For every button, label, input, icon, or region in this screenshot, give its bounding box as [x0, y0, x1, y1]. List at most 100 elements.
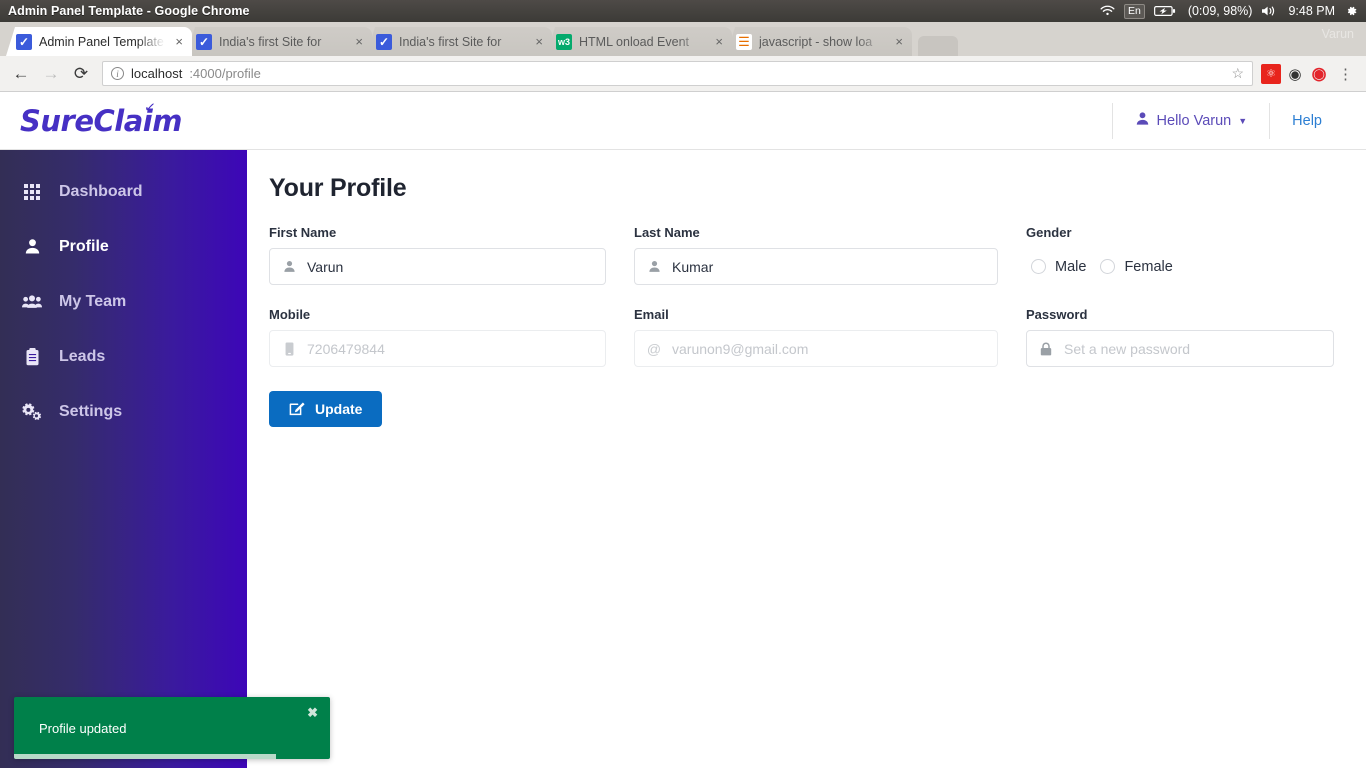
password-label: Password — [1026, 307, 1088, 322]
star-icon[interactable]: ☆ — [1231, 65, 1244, 82]
gender-option-male[interactable]: Male — [1031, 259, 1086, 275]
clock[interactable]: 9:48 PM — [1288, 4, 1335, 18]
radio-button[interactable] — [1100, 259, 1116, 274]
browser-tab[interactable]: ☰ javascript - show loa × — [726, 27, 912, 56]
header-actions: Hello Varun ▼ Help — [1111, 102, 1346, 139]
back-button[interactable]: ← — [8, 61, 34, 87]
reload-button[interactable]: ⟳ — [68, 61, 94, 87]
browser-tab[interactable]: ✓ India's first Site for × — [366, 27, 552, 56]
gender-option-label: Male — [1055, 258, 1087, 275]
field-last-name: Last Name Kumar — [634, 225, 998, 285]
tab-close-icon[interactable]: × — [172, 35, 186, 48]
user-icon — [647, 260, 661, 273]
last-name-label: Last Name — [634, 225, 700, 240]
tab-close-icon[interactable]: × — [712, 35, 726, 48]
browser-tab-strip: ✓ Admin Panel Template × ✓ India's first… — [0, 22, 1366, 56]
browser-tab[interactable]: w3 HTML onload Event × — [546, 27, 732, 56]
gear-icon[interactable] — [1344, 4, 1358, 18]
user-menu[interactable]: Hello Varun ▼ — [1111, 102, 1270, 139]
sidebar-item-label: Dashboard — [59, 182, 143, 200]
page-title: Your Profile — [269, 174, 407, 202]
first-name-input[interactable]: Varun — [269, 248, 606, 285]
close-icon[interactable]: ✖ — [307, 705, 318, 721]
app-body: Dashboard Profile My Team Leads Settings… — [0, 150, 1366, 768]
mobile-placeholder: 7206479844 — [307, 340, 385, 357]
mobile-input[interactable]: 7206479844 — [269, 330, 606, 367]
sidebar-item-my-team[interactable]: My Team — [0, 274, 247, 329]
forward-button[interactable]: → — [38, 61, 64, 87]
user-greeting: Hello Varun — [1156, 112, 1232, 129]
tab-title: India's first Site for — [399, 34, 502, 49]
os-username[interactable]: Varun — [1322, 27, 1354, 41]
sidebar-item-profile[interactable]: Profile — [0, 219, 247, 274]
clipboard-icon — [22, 347, 42, 366]
tab-title: javascript - show loa — [759, 34, 873, 49]
keyboard-layout-indicator[interactable]: En — [1123, 3, 1145, 19]
email-label: Email — [634, 307, 669, 322]
user-icon — [1135, 111, 1150, 130]
update-button[interactable]: Update — [269, 391, 383, 427]
sidebar-item-settings[interactable]: Settings — [0, 384, 247, 439]
radio-button[interactable] — [1031, 259, 1046, 274]
edit-pencil-icon — [289, 400, 305, 419]
extension-opera-icon[interactable]: ◉ — [1309, 64, 1329, 84]
tab-close-icon[interactable]: × — [532, 35, 546, 48]
tab-close-icon[interactable]: × — [892, 35, 906, 48]
wifi-icon[interactable] — [1100, 5, 1115, 17]
tab-title: India's first Site for — [219, 34, 322, 49]
brand-logo[interactable]: SureClaim ✓ — [20, 99, 182, 138]
brand-text: SureClaim — [20, 103, 182, 138]
field-mobile: Mobile 7206479844 — [269, 307, 606, 367]
sidebar-item-leads[interactable]: Leads — [0, 329, 247, 384]
extension-dark-icon[interactable]: ◉ — [1285, 64, 1305, 84]
browser-toolbar: ← → ⟳ i localhost:4000/profile ☆ ⚛ ◉ ◉ ⋮ — [0, 56, 1366, 92]
extension-red-icon[interactable]: ⚛ — [1261, 63, 1281, 84]
browser-tab[interactable]: ✓ Admin Panel Template × — [6, 27, 192, 56]
toast-notification: Profile updated ✖ — [14, 697, 330, 759]
checkmark-favicon: ✓ — [16, 33, 32, 50]
gender-radio-group: Male Female — [1026, 248, 1334, 285]
gender-option-female[interactable]: Female — [1100, 258, 1173, 275]
checkmark-favicon: ✓ — [376, 33, 392, 50]
sidebar-item-label: My Team — [59, 292, 127, 310]
battery-charging-icon[interactable] — [1153, 5, 1176, 17]
help-link[interactable]: Help — [1269, 102, 1346, 139]
volume-icon[interactable] — [1261, 5, 1279, 17]
sidebar-item-dashboard[interactable]: Dashboard — [0, 164, 247, 219]
three-dot-menu-icon[interactable]: ⋮ — [1333, 65, 1358, 83]
field-first-name: First Name Varun — [269, 225, 606, 285]
tab-title: HTML onload Event — [579, 34, 690, 49]
mobile-icon — [282, 341, 296, 356]
browser-tab[interactable]: ✓ India's first Site for × — [186, 27, 372, 56]
address-bar[interactable]: i localhost:4000/profile ☆ — [102, 61, 1253, 86]
new-tab-button[interactable] — [918, 36, 958, 56]
sidebar: Dashboard Profile My Team Leads Settings… — [0, 150, 330, 768]
system-tray: En (0:09, 98%) 9:48 PM — [1100, 3, 1358, 19]
lock-icon — [1039, 342, 1053, 356]
sidebar-item-label: Profile — [59, 237, 109, 255]
user-icon — [282, 260, 296, 273]
email-placeholder: varunon9@gmail.com — [672, 340, 809, 357]
stackoverflow-favicon: ☰ — [736, 33, 752, 50]
toast-progress-bar — [14, 754, 277, 759]
info-icon[interactable]: i — [111, 67, 124, 80]
first-name-label: First Name — [269, 225, 337, 240]
grid-icon — [22, 183, 42, 200]
w3schools-favicon: w3 — [556, 33, 572, 50]
sidebar-item-label: Settings — [59, 402, 123, 420]
update-button-label: Update — [315, 401, 363, 417]
checkmark-favicon: ✓ — [196, 33, 212, 50]
last-name-value: Kumar — [672, 258, 714, 275]
field-password: Password Set a new password — [1026, 307, 1334, 367]
gender-option-label: Female — [1124, 258, 1173, 275]
password-placeholder: Set a new password — [1064, 340, 1191, 357]
tab-title: Admin Panel Template — [39, 34, 164, 49]
toast-message: Profile updated — [39, 721, 127, 736]
app-container: SureClaim ✓ Hello Varun ▼ Help Dashboard — [0, 92, 1366, 768]
email-input[interactable]: @ varunon9@gmail.com — [634, 330, 998, 367]
field-email: Email @ varunon9@gmail.com — [634, 307, 998, 367]
tab-close-icon[interactable]: × — [352, 35, 366, 48]
password-input[interactable]: Set a new password — [1026, 330, 1334, 367]
user-icon — [22, 238, 42, 255]
last-name-input[interactable]: Kumar — [634, 248, 998, 285]
